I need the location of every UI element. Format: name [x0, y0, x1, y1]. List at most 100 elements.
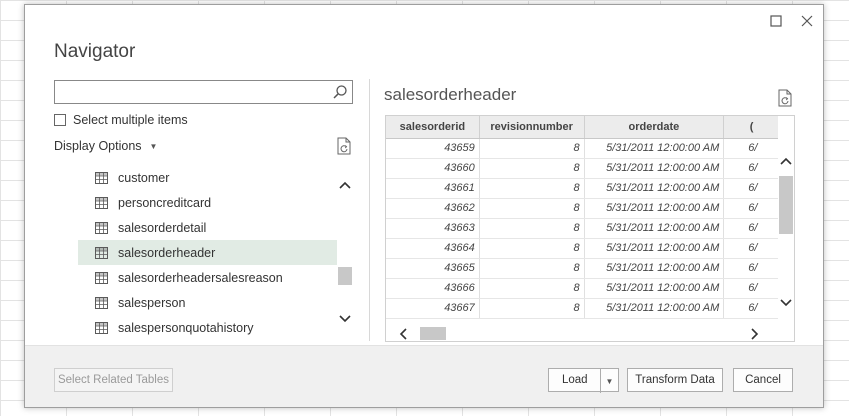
refresh-document-icon[interactable]	[777, 89, 793, 107]
table-icon	[95, 246, 108, 259]
table-icon	[95, 321, 108, 334]
table-row: 43665 8 5/31/2011 12:00:00 AM 6/	[386, 258, 780, 279]
table-cell: 8	[479, 278, 585, 299]
table-cell: 6/	[723, 238, 780, 259]
column-header[interactable]: salesorderid	[386, 116, 480, 139]
table-cell: 8	[479, 158, 585, 179]
dialog-title: Navigator	[54, 41, 136, 62]
list-item[interactable]: salesorderheadersalesreason	[78, 265, 337, 290]
table-icon	[95, 196, 108, 209]
list-item[interactable]: customer	[78, 165, 337, 190]
display-options-dropdown[interactable]: Display Options ▼	[54, 139, 157, 153]
chevron-down-icon[interactable]: ▼	[600, 369, 618, 393]
table-cell: 8	[479, 178, 585, 199]
table-row: 43664 8 5/31/2011 12:00:00 AM 6/	[386, 238, 780, 259]
table-row: 43661 8 5/31/2011 12:00:00 AM 6/	[386, 178, 780, 199]
table-cell: 8	[479, 198, 585, 219]
list-item-label: personcreditcard	[118, 195, 212, 210]
select-related-tables-button[interactable]: Select Related Tables	[54, 368, 173, 392]
table-row: 43666 8 5/31/2011 12:00:00 AM 6/	[386, 278, 780, 299]
table-row: 43659 8 5/31/2011 12:00:00 AM 6/	[386, 138, 780, 159]
search-box[interactable]	[54, 80, 353, 104]
table-cell: 6/	[723, 258, 780, 279]
list-item[interactable]: salesperson	[78, 290, 337, 315]
table-row: 43667 8 5/31/2011 12:00:00 AM 6/	[386, 298, 780, 319]
table-row: 43662 8 5/31/2011 12:00:00 AM 6/	[386, 198, 780, 219]
list-item-label: salesperson	[118, 295, 186, 310]
list-item[interactable]: salesorderheader	[78, 240, 337, 265]
list-scrollbar[interactable]	[337, 170, 353, 337]
scrollbar-thumb[interactable]	[420, 327, 446, 340]
table-cell: 5/31/2011 12:00:00 AM	[584, 238, 725, 259]
scroll-left-icon[interactable]	[398, 328, 410, 340]
maximize-icon[interactable]	[768, 13, 784, 29]
table-cell: 43662	[386, 198, 480, 219]
dialog-footer: Select Related Tables Load ▼ Transform D…	[25, 345, 823, 407]
table-cell: 8	[479, 218, 585, 239]
table-cell: 5/31/2011 12:00:00 AM	[584, 218, 725, 239]
transform-data-button[interactable]: Transform Data	[627, 368, 723, 392]
preview-title: salesorderheader	[384, 85, 517, 104]
table-cell: 5/31/2011 12:00:00 AM	[584, 178, 725, 199]
preview-vertical-scrollbar[interactable]	[778, 116, 794, 328]
table-cell: 8	[479, 138, 585, 159]
table-cell: 43663	[386, 218, 480, 239]
list-item-label: salespersonquotahistory	[118, 320, 254, 335]
list-item-label: salesorderheadersalesreason	[118, 270, 283, 285]
preview-table: salesorderid revisionnumber orderdate( 436…	[386, 116, 780, 319]
table-cell: 5/31/2011 12:00:00 AM	[584, 298, 725, 319]
table-cell: 6/	[723, 178, 780, 199]
list-item[interactable]: personcreditcard	[78, 190, 337, 215]
column-header[interactable]: orderdate	[584, 116, 725, 139]
select-multiple-checkbox[interactable]	[54, 114, 66, 126]
table-cell: 5/31/2011 12:00:00 AM	[584, 138, 725, 159]
select-multiple-option[interactable]: Select multiple items	[54, 113, 188, 127]
table-cell: 8	[479, 298, 585, 319]
table-cell: 43661	[386, 178, 480, 199]
navigator-table-list: customer personcreditcard salesorderdetail…	[78, 165, 337, 337]
scroll-up-icon[interactable]	[339, 180, 351, 192]
table-cell: 6/	[723, 198, 780, 219]
scroll-down-icon[interactable]	[780, 296, 792, 308]
scrollbar-thumb[interactable]	[338, 267, 352, 285]
table-cell: 43665	[386, 258, 480, 279]
table-cell: 6/	[723, 138, 780, 159]
cancel-button[interactable]: Cancel	[733, 368, 793, 392]
select-multiple-label: Select multiple items	[73, 113, 188, 127]
table-cell: 5/31/2011 12:00:00 AM	[584, 198, 725, 219]
scrollbar-thumb[interactable]	[779, 176, 793, 234]
table-cell: 6/	[723, 218, 780, 239]
refresh-document-icon[interactable]	[336, 137, 352, 155]
table-row: 43663 8 5/31/2011 12:00:00 AM 6/	[386, 218, 780, 239]
table-cell: 43664	[386, 238, 480, 259]
scroll-up-icon[interactable]	[780, 156, 792, 168]
table-cell: 43660	[386, 158, 480, 179]
scroll-down-icon[interactable]	[339, 312, 351, 324]
panel-divider	[369, 79, 370, 341]
search-icon[interactable]	[332, 84, 348, 100]
table-cell: 5/31/2011 12:00:00 AM	[584, 258, 725, 279]
load-button[interactable]: Load ▼	[548, 368, 619, 393]
table-cell: 43666	[386, 278, 480, 299]
list-item-label: salesorderheader	[118, 245, 216, 260]
list-item[interactable]: salespersonquotahistory	[78, 315, 337, 337]
table-row: 43660 8 5/31/2011 12:00:00 AM 6/	[386, 158, 780, 179]
preview-horizontal-scrollbar[interactable]	[386, 326, 780, 341]
table-cell: 8	[479, 238, 585, 259]
table-icon	[95, 271, 108, 284]
table-icon	[95, 171, 108, 184]
preview-table-viewport: salesorderid revisionnumber orderdate( 436…	[386, 116, 780, 328]
column-header[interactable]: revisionnumber	[479, 116, 585, 139]
navigator-dialog: Navigator Select multiple items Display …	[24, 4, 824, 408]
column-header[interactable]: (	[723, 116, 780, 139]
table-cell: 43659	[386, 138, 480, 159]
table-cell: 5/31/2011 12:00:00 AM	[584, 278, 725, 299]
close-icon[interactable]	[799, 13, 815, 29]
search-input[interactable]	[55, 81, 325, 103]
table-icon	[95, 296, 108, 309]
list-item-label: customer	[118, 170, 170, 185]
preview-grid: salesorderid revisionnumber orderdate( 436…	[385, 115, 795, 342]
list-item[interactable]: salesorderdetail	[78, 215, 337, 240]
table-cell: 5/31/2011 12:00:00 AM	[584, 158, 725, 179]
scroll-right-icon[interactable]	[748, 328, 760, 340]
